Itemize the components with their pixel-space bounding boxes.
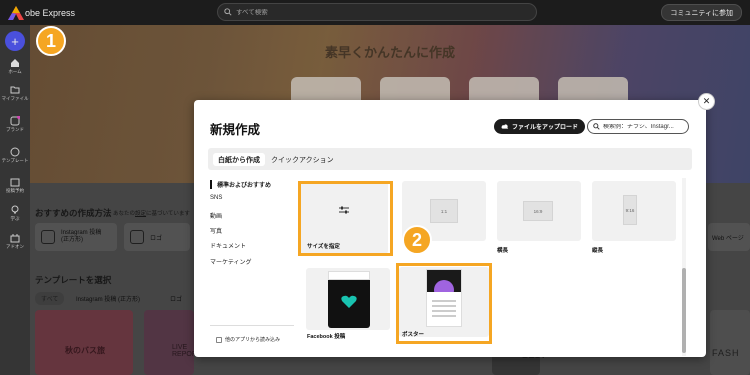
ratio-preview: 16:9 [523,201,553,221]
close-dialog-button[interactable]: ✕ [698,93,715,110]
upload-label: ファイルをアップロード [512,125,579,131]
step-1-badge: 1 [36,26,66,56]
category-featured[interactable]: 標準およびおすすめ [210,180,271,189]
import-icon [216,336,222,343]
highlight-poster [396,263,492,344]
template-search-input[interactable] [603,123,683,130]
scrollbar-thumb[interactable] [682,268,686,353]
step-2-badge: 2 [402,225,432,255]
ratio-preview: 9:16 [623,195,637,225]
cloud-upload-icon [501,123,509,129]
category-sns[interactable]: SNS [210,195,222,201]
category-photo[interactable]: 写真 [210,226,222,235]
category-document[interactable]: ドキュメント [210,241,246,250]
dialog-tabs: 白紙から作成 クイックアクション [208,148,692,170]
facebook-header [328,271,370,280]
card-portrait[interactable]: 9:16 [592,181,676,241]
card-facebook-post[interactable] [306,268,390,330]
card-label-facebook: Facebook 投稿 [307,334,346,340]
divider [210,325,294,326]
card-landscape[interactable]: 16:9 [497,181,581,241]
facebook-preview [328,271,370,328]
ratio-preview: 1:1 [430,199,458,223]
search-icon [593,123,600,130]
tab-quick-actions[interactable]: クイックアクション [266,153,339,166]
tab-blank[interactable]: 白紙から作成 [213,153,265,166]
import-label: 他のアプリから読み込み [225,337,281,343]
template-search[interactable] [587,119,689,134]
upload-file-button[interactable]: ファイルをアップロード [494,119,586,134]
category-video[interactable]: 動画 [210,211,222,220]
card-label-portrait: 縦長 [592,248,604,254]
category-marketing[interactable]: マーケティング [210,257,252,266]
heart-icon [341,295,357,308]
import-from-apps-link[interactable]: 他のアプリから読み込み [216,336,280,343]
card-label-landscape: 横長 [497,248,509,254]
dialog-title: 新規作成 [210,123,261,137]
highlight-custom-size [298,181,393,256]
